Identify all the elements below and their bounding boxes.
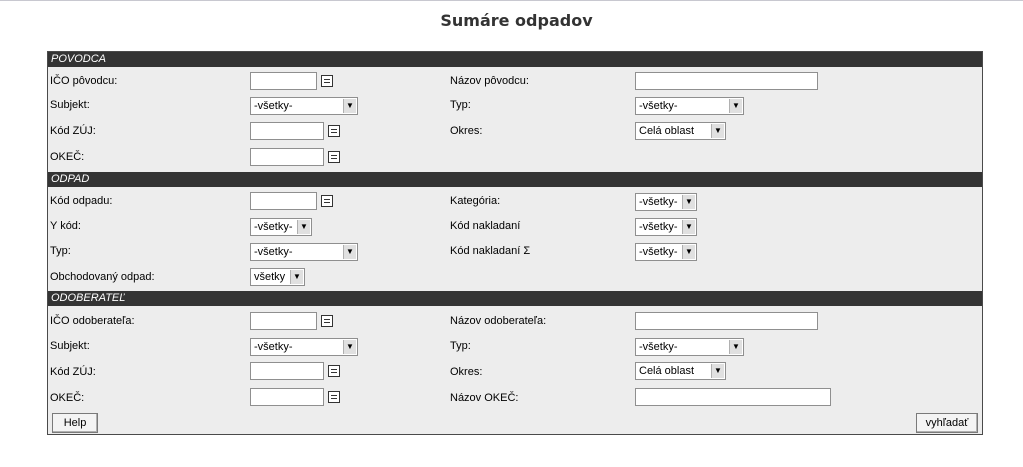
kod-nakladani-sum-value: -všetky- [639, 246, 678, 258]
obchodovany-odpad-value: všetky [254, 271, 286, 283]
okres-odoberatel-select[interactable]: Celá oblast ▼ [635, 362, 726, 380]
y-kod-value: -všetky- [254, 221, 293, 233]
list-picker-icon[interactable] [328, 151, 340, 163]
kategoria-select[interactable]: -všetky- ▼ [635, 193, 697, 211]
section-header-odpad: ODPAD [48, 172, 982, 187]
kod-zuj-odoberatel-input[interactable] [250, 362, 324, 380]
kategoria-label: Kategória: [450, 195, 501, 207]
list-picker-icon[interactable] [328, 391, 340, 403]
typ-odpad-value: -všetky- [254, 246, 293, 258]
kod-zuj-povodca-input[interactable] [250, 122, 324, 140]
kod-nakladani-label: Kód nakladaní [450, 220, 521, 232]
y-kod-select[interactable]: -všetky- ▼ [250, 218, 312, 236]
page-title: Sumáre odpadov [440, 11, 593, 30]
okec-povodca-input[interactable] [250, 148, 324, 166]
subjekt-odoberatel-label: Subjekt: [50, 340, 90, 352]
kod-zuj-povodca-label: Kód ZÚJ: [50, 125, 96, 137]
okres-povodca-select[interactable]: Celá oblast ▼ [635, 122, 726, 140]
chevron-down-icon[interactable]: ▼ [711, 124, 724, 138]
subjekt-odoberatel-select[interactable]: -všetky- ▼ [250, 338, 358, 356]
okec-odoberatel-label: OKEČ: [50, 392, 85, 404]
ico-odoberatela-label: IČO odoberateľa: [50, 315, 135, 327]
chevron-down-icon[interactable]: ▼ [711, 364, 724, 378]
chevron-down-icon[interactable]: ▼ [682, 245, 695, 259]
list-picker-icon[interactable] [328, 125, 340, 137]
nazov-odoberatela-input[interactable] [635, 312, 818, 330]
ico-odoberatela-input[interactable] [250, 312, 317, 330]
ico-povodcu-label: IČO pôvodcu: [50, 75, 118, 87]
subjekt-povodca-label: Subjekt: [50, 99, 90, 111]
typ-povodca-select[interactable]: -všetky- ▼ [635, 97, 744, 115]
kod-nakladani-sum-label: Kód nakladaní Σ [450, 245, 531, 257]
kod-nakladani-value: -všetky- [639, 221, 678, 233]
okres-odoberatel-value: Celá oblast [639, 365, 695, 377]
kod-zuj-odoberatel-label: Kód ZÚJ: [50, 366, 96, 378]
okres-povodca-label: Okres: [450, 125, 483, 137]
section-header-povodca: POVODCA [48, 52, 982, 67]
list-picker-icon[interactable] [328, 365, 340, 377]
subjekt-odoberatel-value: -všetky- [254, 341, 293, 353]
typ-odoberatel-value: -všetky- [639, 341, 678, 353]
nazov-odoberatela-label: Názov odoberateľa: [450, 315, 547, 327]
kod-nakladani-select[interactable]: -všetky- ▼ [635, 218, 697, 236]
chevron-down-icon[interactable]: ▼ [343, 99, 356, 113]
okres-povodca-value: Celá oblast [639, 125, 695, 137]
list-picker-icon[interactable] [321, 195, 333, 207]
typ-odpad-label: Typ: [50, 245, 71, 257]
typ-odoberatel-label: Typ: [450, 340, 471, 352]
typ-odoberatel-select[interactable]: -všetky- ▼ [635, 338, 744, 356]
subjekt-povodca-select[interactable]: -všetky- ▼ [250, 97, 358, 115]
y-kod-label: Y kód: [50, 220, 81, 232]
list-picker-icon[interactable] [321, 75, 333, 87]
list-picker-icon[interactable] [321, 315, 333, 327]
section-header-odoberatel: ODOBERATEĽ [48, 291, 982, 306]
okec-odoberatel-input[interactable] [250, 388, 324, 406]
kod-odpadu-input[interactable] [250, 192, 317, 210]
typ-povodca-label: Typ: [450, 99, 471, 111]
kategoria-value: -všetky- [639, 196, 678, 208]
nazov-okec-input[interactable] [635, 388, 831, 406]
chevron-down-icon[interactable]: ▼ [682, 220, 695, 234]
kod-nakladani-sum-select[interactable]: -všetky- ▼ [635, 243, 697, 261]
nazov-povodcu-input[interactable] [635, 72, 818, 90]
chevron-down-icon[interactable]: ▼ [297, 220, 310, 234]
chevron-down-icon[interactable]: ▼ [343, 245, 356, 259]
chevron-down-icon[interactable]: ▼ [343, 340, 356, 354]
nazov-okec-label: Názov OKEČ: [450, 392, 519, 404]
search-form-panel: POVODCA IČO pôvodcu: Názov pôvodcu: Subj… [47, 51, 983, 435]
subjekt-povodca-value: -všetky- [254, 100, 293, 112]
okres-odoberatel-label: Okres: [450, 366, 483, 378]
ico-povodcu-input[interactable] [250, 72, 317, 90]
okec-povodca-label: OKEČ: [50, 151, 85, 163]
typ-odpad-select[interactable]: -všetky- ▼ [250, 243, 358, 261]
help-button[interactable]: Help [52, 413, 98, 433]
nazov-povodcu-label: Názov pôvodcu: [450, 75, 529, 87]
chevron-down-icon[interactable]: ▼ [729, 99, 742, 113]
chevron-down-icon[interactable]: ▼ [290, 270, 303, 284]
kod-odpadu-label: Kód odpadu: [50, 195, 113, 207]
typ-povodca-value: -všetky- [639, 100, 678, 112]
chevron-down-icon[interactable]: ▼ [682, 195, 695, 209]
obchodovany-odpad-select[interactable]: všetky ▼ [250, 268, 305, 286]
obchodovany-odpad-label: Obchodovaný odpad: [50, 271, 155, 283]
search-button[interactable]: vyhľadať [916, 413, 978, 433]
chevron-down-icon[interactable]: ▼ [729, 340, 742, 354]
